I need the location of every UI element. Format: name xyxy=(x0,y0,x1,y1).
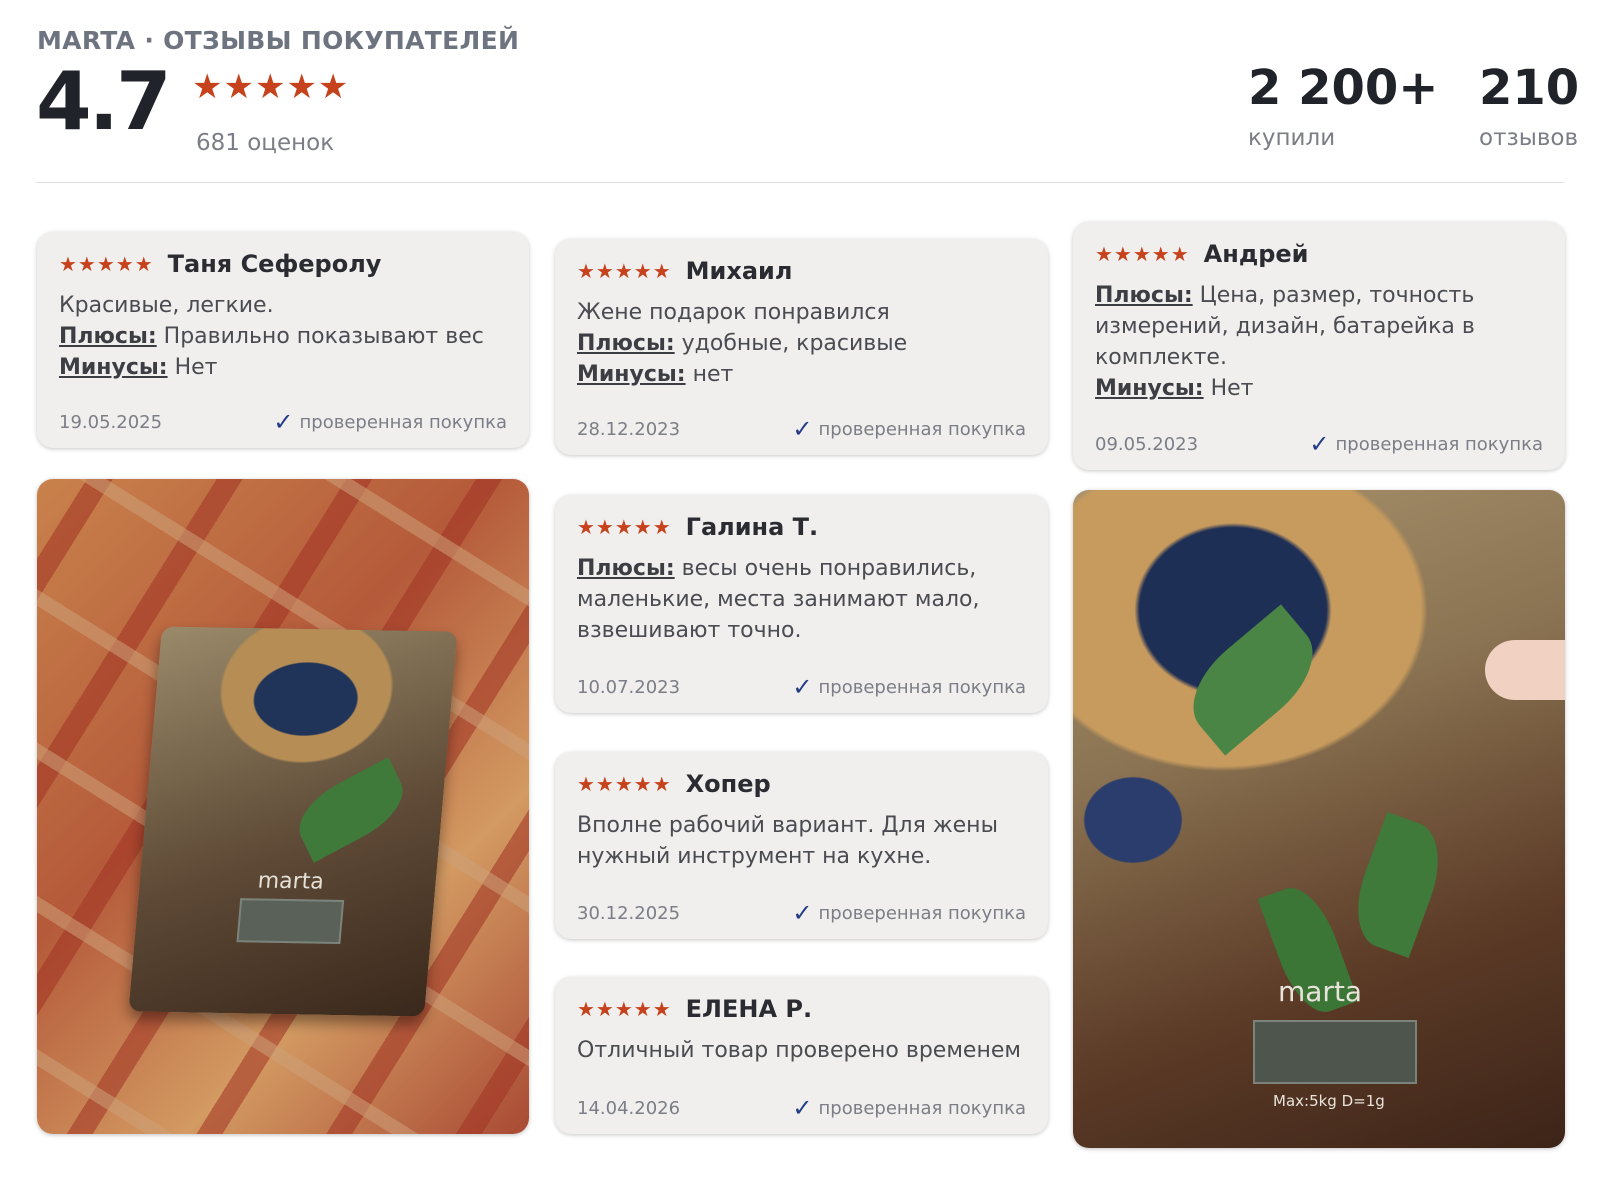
review-body: Плюсы: Цена, размер, точность измерений,… xyxy=(1095,280,1543,404)
rating-stars: ★★★★★ xyxy=(192,67,350,107)
review-date: 30.12.2025 xyxy=(577,902,681,924)
cons-text: Нет xyxy=(167,355,218,380)
header-divider xyxy=(36,182,1564,183)
review-date: 14.04.2026 xyxy=(577,1097,681,1119)
review-author: Андрей xyxy=(1203,240,1309,268)
review-date: 19.05.2025 xyxy=(59,411,163,433)
review-date: 10.07.2023 xyxy=(577,676,681,698)
pros-label: Плюсы: xyxy=(59,324,157,349)
review-body: Отличный товар проверено временем xyxy=(577,1035,1026,1066)
scale-display xyxy=(1253,1020,1417,1084)
leaf-decoration xyxy=(288,757,414,863)
review-photo[interactable]: marta Max:5kg D=1g xyxy=(1073,490,1565,1148)
review-text: Отличный товар проверено временем xyxy=(577,1038,1021,1063)
cons-text: Нет xyxy=(1203,376,1254,401)
bought-number: 2 200+ xyxy=(1248,60,1439,116)
verified-badge: ✓ проверенная покупка xyxy=(792,901,1026,925)
review-author: ЕЛЕНА Р. xyxy=(685,995,813,1023)
review-stars: ★★★★★ xyxy=(577,772,672,796)
check-icon: ✓ xyxy=(1309,430,1330,458)
check-icon: ✓ xyxy=(792,673,813,701)
review-date: 28.12.2023 xyxy=(577,418,681,440)
pros-label: Плюсы: xyxy=(577,331,675,356)
review-photo[interactable]: marta xyxy=(37,479,529,1134)
verified-badge: ✓ проверенная покупка xyxy=(792,417,1026,441)
cons-label: Минусы: xyxy=(59,355,168,380)
review-card[interactable]: ★★★★★ Галина Т. Плюсы: весы очень понрав… xyxy=(555,495,1048,713)
pros-label: Плюсы: xyxy=(577,556,675,581)
review-body: Жене подарок понравился Плюсы: удобные, … xyxy=(577,297,1026,390)
scale-display xyxy=(236,898,345,944)
review-author: Таня Сеферолу xyxy=(167,250,382,278)
review-body: Плюсы: весы очень понравились, маленькие… xyxy=(577,553,1026,646)
review-card[interactable]: ★★★★★ Таня Сеферолу Красивые, легкие. Пл… xyxy=(37,232,529,448)
bought-stat: 2 200+ купили xyxy=(1248,64,1439,151)
bought-label: купили xyxy=(1248,125,1336,151)
review-body: Вполне рабочий вариант. Для жены нужный … xyxy=(577,810,1026,872)
review-stars: ★★★★★ xyxy=(577,515,672,539)
verified-label: проверенная покупка xyxy=(818,418,1026,440)
review-text: Жене подарок понравился xyxy=(577,300,890,325)
rating-count: 681 оценок xyxy=(196,130,335,156)
review-card[interactable]: ★★★★★ ЕЛЕНА Р. Отличный товар проверено … xyxy=(555,977,1048,1134)
review-author: Хопер xyxy=(685,770,771,798)
verified-badge: ✓ проверенная покупка xyxy=(273,410,507,434)
reviews-number: 210 xyxy=(1479,60,1580,116)
scale-max-label: Max:5kg D=1g xyxy=(1273,1092,1385,1110)
pros-text: удобные, красивые xyxy=(674,331,908,356)
cons-label: Минусы: xyxy=(577,362,686,387)
verified-label: проверенная покупка xyxy=(818,902,1026,924)
verified-label: проверенная покупка xyxy=(818,676,1026,698)
check-icon: ✓ xyxy=(792,1094,813,1122)
verified-badge: ✓ проверенная покупка xyxy=(1309,432,1543,456)
reviews-label: отзывов xyxy=(1479,125,1579,151)
check-icon: ✓ xyxy=(792,899,813,927)
review-stars: ★★★★★ xyxy=(1095,242,1190,266)
cons-text: нет xyxy=(685,362,734,387)
kitchen-scale-image: marta xyxy=(128,626,458,1017)
verified-label: проверенная покупка xyxy=(818,1097,1026,1119)
leaf-decoration xyxy=(1173,604,1333,756)
leaf-decoration xyxy=(1342,811,1454,959)
review-card[interactable]: ★★★★★ Михаил Жене подарок понравился Плю… xyxy=(555,239,1048,455)
cons-label: Минусы: xyxy=(1095,376,1204,401)
check-icon: ✓ xyxy=(792,415,813,443)
reviews-stat: 210 отзывов xyxy=(1479,64,1579,151)
check-icon: ✓ xyxy=(273,408,294,436)
review-text: Вполне рабочий вариант. Для жены нужный … xyxy=(577,813,998,869)
verified-label: проверенная покупка xyxy=(299,411,507,433)
review-stars: ★★★★★ xyxy=(577,997,672,1021)
review-author: Галина Т. xyxy=(685,513,819,541)
review-text: Красивые, легкие. xyxy=(59,293,274,318)
review-card[interactable]: ★★★★★ Хопер Вполне рабочий вариант. Для … xyxy=(555,752,1048,939)
review-stars: ★★★★★ xyxy=(59,252,154,276)
review-date: 09.05.2023 xyxy=(1095,433,1199,455)
verified-badge: ✓ проверенная покупка xyxy=(792,1096,1026,1120)
brand-title: MARTA · ОТЗЫВЫ ПОКУПАТЕЛЕЙ xyxy=(37,26,520,55)
review-card[interactable]: ★★★★★ Андрей Плюсы: Цена, размер, точнос… xyxy=(1073,222,1565,470)
review-author: Михаил xyxy=(685,257,793,285)
scale-logo: marta xyxy=(256,868,325,895)
review-body: Красивые, легкие. Плюсы: Правильно показ… xyxy=(59,290,507,383)
pros-text: Правильно показывают вес xyxy=(156,324,484,349)
average-rating: 4.7 xyxy=(36,55,172,148)
verified-badge: ✓ проверенная покупка xyxy=(792,675,1026,699)
verified-label: проверенная покупка xyxy=(1335,433,1543,455)
review-stars: ★★★★★ xyxy=(577,259,672,283)
pros-label: Плюсы: xyxy=(1095,283,1193,308)
finger-image xyxy=(1485,640,1565,700)
scale-logo: marta xyxy=(1278,975,1363,1008)
